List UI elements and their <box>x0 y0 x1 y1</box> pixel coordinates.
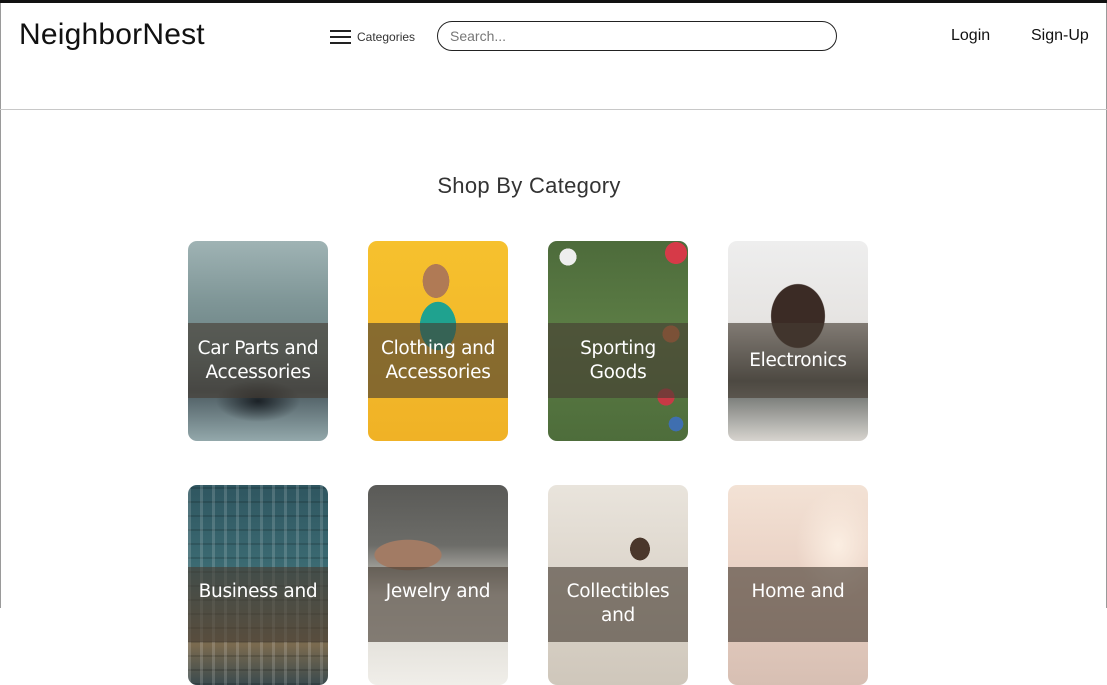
site-logo[interactable]: NeighborNest <box>19 18 205 52</box>
category-label: Electronics <box>749 349 847 371</box>
hamburger-icon <box>330 30 351 44</box>
category-label-band: Collectibles and <box>548 567 688 642</box>
category-label-band: Home and <box>728 567 868 642</box>
category-card-electronics[interactable]: Electronics <box>728 241 868 441</box>
category-label-band: Sporting Goods <box>548 323 688 398</box>
category-label-band: Electronics <box>728 323 868 398</box>
category-label: Clothing and Accessories <box>380 337 496 383</box>
category-label: Car Parts and Accessories <box>197 337 319 383</box>
category-card-home[interactable]: Home and <box>728 485 868 685</box>
category-label: Collectibles and <box>566 581 670 626</box>
category-card-clothing[interactable]: Clothing and Accessories <box>368 241 508 441</box>
section-title: Shop By Category <box>437 173 621 198</box>
category-label: Home and <box>751 581 845 602</box>
category-card-car-parts[interactable]: Car Parts and Accessories <box>188 241 328 441</box>
category-label: Sporting Goods <box>580 337 656 383</box>
category-card-sporting-goods[interactable]: Sporting Goods <box>548 241 688 441</box>
category-card-business[interactable]: Business and <box>188 485 328 685</box>
category-card-jewelry[interactable]: Jewelry and <box>368 485 508 685</box>
category-card-collectibles[interactable]: Collectibles and <box>548 485 688 685</box>
category-label-band: Clothing and Accessories <box>368 323 508 398</box>
categories-label: Categories <box>357 30 416 44</box>
site-header: NeighborNest Categories Login Sign-Up <box>0 3 1107 110</box>
signup-link[interactable]: Sign-Up <box>1031 27 1089 45</box>
category-label-band: Business and <box>188 567 328 642</box>
search-input[interactable] <box>437 21 837 51</box>
categories-menu-button[interactable]: Categories <box>330 27 415 47</box>
category-label-band: Jewelry and <box>368 567 508 642</box>
category-label: Business and <box>198 581 318 602</box>
category-label-band: Car Parts and Accessories <box>188 323 328 398</box>
login-link[interactable]: Login <box>951 27 990 45</box>
category-label: Jewelry and <box>385 581 491 602</box>
